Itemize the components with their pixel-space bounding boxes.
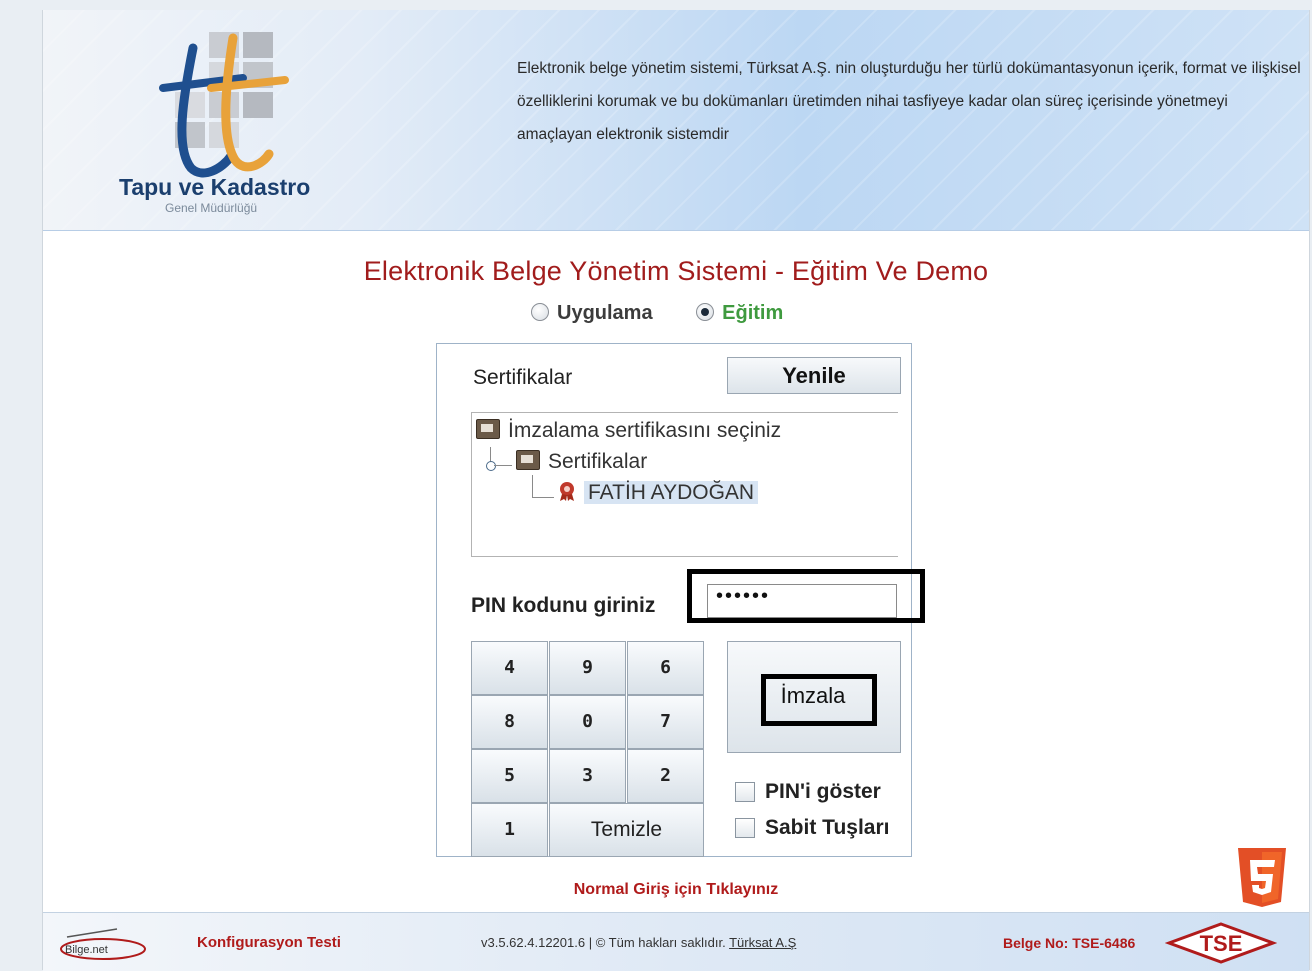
tree-cert-item[interactable]: FATİH AYDOĞAN [556, 479, 759, 507]
keypad-key[interactable]: 4 [471, 641, 548, 695]
show-pin-label[interactable]: PIN'i göster [765, 780, 881, 803]
mode-label-egitim[interactable]: Eğitim [722, 302, 783, 324]
keypad-key[interactable]: 7 [627, 695, 704, 749]
keypad-key[interactable]: 8 [471, 695, 548, 749]
tse-logo: TSE [1165, 922, 1277, 964]
tree-connector [494, 465, 512, 466]
tree-connector [532, 475, 533, 497]
keypad-key[interactable]: 2 [627, 749, 704, 803]
tree-connector [532, 497, 554, 498]
mode-label-uygulama[interactable]: Uygulama [557, 302, 653, 324]
signing-applet: Sertifikalar Yenile İmzalama sertifikası… [436, 343, 925, 857]
fixed-keys-label[interactable]: Sabit Tuşları [765, 816, 889, 839]
page-frame: Tapu ve Kadastro Genel Müdürlüğü Elektro… [42, 10, 1310, 971]
tree-root[interactable]: İmzalama sertifikasını seçiniz [476, 417, 781, 445]
page-title: Elektronik Belge Yönetim Sistemi - Eğiti… [363, 256, 989, 286]
certificate-number: Belge No: TSE-6486 [1003, 935, 1136, 951]
tree-expander-icon[interactable] [486, 461, 496, 471]
pin-highlight-box [687, 569, 925, 623]
refresh-button[interactable]: Yenile [727, 357, 901, 394]
tree-folder-label: Sertifikalar [548, 450, 648, 473]
keypad-key[interactable]: 0 [549, 695, 626, 749]
mode-selector: Uygulama Eğitim [531, 302, 783, 328]
certificate-icon [560, 482, 574, 501]
pin-keypad: 4 9 6 8 0 7 5 3 2 1 Temizle [471, 641, 707, 857]
svg-text:TSE: TSE [1200, 931, 1243, 956]
keypad-key[interactable]: 3 [549, 749, 626, 803]
tree-root-label: İmzalama sertifikasını seçiniz [508, 419, 782, 442]
footer-bar: Bilge.net Konfigurasyon Testi v3.5.62.4.… [43, 912, 1309, 971]
keypad-key[interactable]: 9 [549, 641, 626, 695]
version-text: v3.5.62.4.12201.6 | © Tüm hakları saklıd… [481, 935, 726, 950]
fixed-keys-checkbox[interactable] [735, 818, 755, 838]
bilgenet-logo: Bilge.net [60, 928, 146, 960]
org-name: Tapu ve Kadastro [119, 174, 311, 200]
configuration-test-link[interactable]: Konfigurasyon Testi [197, 934, 341, 951]
turksat-link[interactable]: Türksat A.Ş [729, 935, 796, 950]
radio-uygulama[interactable] [531, 303, 549, 321]
certificate-tree[interactable]: İmzalama sertifikasını seçiniz Sertifika… [471, 412, 898, 557]
header-description: Elektronik belge yönetim sistemi, Türksa… [517, 60, 1301, 143]
show-pin-checkbox[interactable] [735, 782, 755, 802]
radio-egitim[interactable] [696, 303, 715, 321]
fixed-keys-option[interactable]: Sabit Tuşları [735, 816, 889, 840]
tree-folder-sertifikalar[interactable]: Sertifikalar [516, 448, 647, 476]
keypad-key[interactable]: 6 [627, 641, 704, 695]
certificates-label: Sertifikalar [473, 366, 573, 389]
keypad-key[interactable]: 5 [471, 749, 548, 803]
show-pin-option[interactable]: PIN'i göster [735, 780, 881, 804]
selected-certificate[interactable]: FATİH AYDOĞAN [584, 481, 759, 504]
keypad-clear-button[interactable]: Temizle [549, 803, 704, 857]
pin-label: PIN kodunu giriniz [471, 594, 656, 617]
header-banner: Tapu ve Kadastro Genel Müdürlüğü Elektro… [43, 10, 1309, 231]
sign-highlight-box [761, 674, 877, 726]
org-subtitle: Genel Müdürlüğü [165, 201, 258, 215]
svg-text:Bilge.net: Bilge.net [65, 944, 108, 956]
html5-icon [1238, 848, 1286, 907]
version-info: v3.5.62.4.12201.6 | © Tüm hakları saklıd… [481, 935, 796, 950]
keypad-key[interactable]: 1 [471, 803, 548, 857]
normal-login-link[interactable]: Normal Giriş için Tıklayınız [43, 881, 1309, 899]
folder-icon [516, 450, 540, 470]
folder-icon [476, 419, 500, 439]
